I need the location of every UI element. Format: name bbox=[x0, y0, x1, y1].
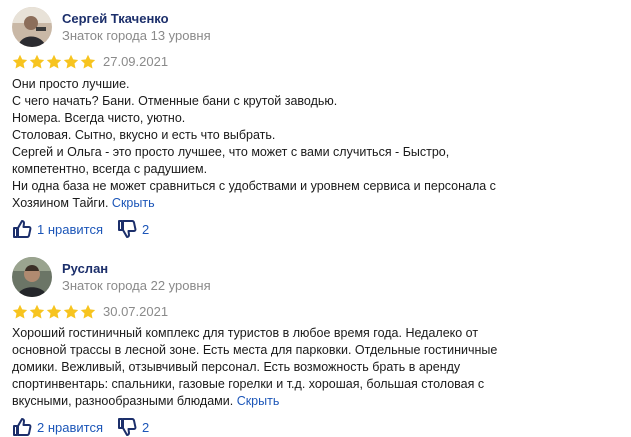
like-button[interactable]: 2 нравится bbox=[12, 417, 103, 437]
rating-stars bbox=[12, 54, 96, 70]
reactions-bar: 2 нравится 2 bbox=[12, 417, 163, 437]
review-line: Номера. Всегда чисто, уютно. bbox=[12, 111, 186, 125]
star-icon bbox=[63, 304, 79, 319]
review-line: домики. Вежливый, отзывчивый персонал. Е… bbox=[12, 360, 461, 374]
thumbs-up-icon bbox=[13, 220, 32, 238]
author-name[interactable]: Сергей Ткаченко bbox=[62, 11, 169, 26]
star-icon bbox=[29, 54, 45, 69]
review-line: Они просто лучшие. bbox=[12, 77, 130, 91]
star-icon bbox=[46, 304, 62, 319]
review-date: 27.09.2021 bbox=[103, 54, 169, 69]
avatar[interactable] bbox=[12, 7, 52, 47]
hide-link[interactable]: Скрыть bbox=[112, 196, 155, 210]
author-level: Знаток города 22 уровня bbox=[62, 278, 211, 293]
dislikes-count: 2 bbox=[142, 221, 150, 237]
review-line: спортинвентарь: спальники, газовые горел… bbox=[12, 377, 485, 391]
author-level: Знаток города 13 уровня bbox=[62, 28, 211, 43]
star-icon bbox=[46, 54, 62, 69]
thumbs-up-icon bbox=[13, 418, 32, 436]
hide-link[interactable]: Скрыть bbox=[237, 394, 280, 408]
review-line-text: вкусными, разнообразными блюдами. bbox=[12, 394, 234, 408]
star-icon bbox=[80, 304, 96, 319]
review-date: 30.07.2021 bbox=[103, 304, 169, 319]
review-line-text: Хозяином Тайги. bbox=[12, 196, 109, 210]
author-name[interactable]: Руслан bbox=[62, 261, 108, 276]
review-line-last: Хозяином Тайги. Скрыть bbox=[12, 195, 612, 212]
likes-count: 2 нравится bbox=[37, 419, 103, 435]
star-icon bbox=[63, 54, 79, 69]
review-text: Они просто лучшие. С чего начать? Бани. … bbox=[12, 76, 612, 212]
star-icon bbox=[12, 304, 28, 319]
review-line: основной трассы в лесной зоне. Есть мест… bbox=[12, 343, 498, 357]
review-line: Хороший гостиничный комплекс для туристо… bbox=[12, 326, 479, 340]
review-text: Хороший гостиничный комплекс для туристо… bbox=[12, 325, 612, 410]
likes-count: 1 нравится bbox=[37, 221, 103, 237]
thumbs-down-icon bbox=[118, 418, 137, 436]
review-line: Сергей и Ольга - это просто лучшее, что … bbox=[12, 145, 450, 159]
dislike-button[interactable]: 2 bbox=[117, 417, 149, 437]
like-button[interactable]: 1 нравится bbox=[12, 219, 103, 239]
review-line-last: вкусными, разнообразными блюдами. Скрыть bbox=[12, 393, 612, 410]
dislike-button[interactable]: 2 bbox=[117, 219, 149, 239]
review-line: Столовая. Сытно, вкусно и есть что выбра… bbox=[12, 128, 276, 142]
reactions-bar: 1 нравится 2 bbox=[12, 219, 163, 239]
review-line: компетентно, всегда с радушием. bbox=[12, 162, 208, 176]
star-icon bbox=[12, 54, 28, 69]
star-icon bbox=[29, 304, 45, 319]
rating-stars bbox=[12, 304, 96, 320]
review-line: Ни одна база не может сравниться с удобс… bbox=[12, 179, 496, 193]
review-line: С чего начать? Бани. Отменные бани с кру… bbox=[12, 94, 338, 108]
avatar[interactable] bbox=[12, 257, 52, 297]
dislikes-count: 2 bbox=[142, 419, 150, 435]
star-icon bbox=[80, 54, 96, 69]
thumbs-down-icon bbox=[118, 220, 137, 238]
